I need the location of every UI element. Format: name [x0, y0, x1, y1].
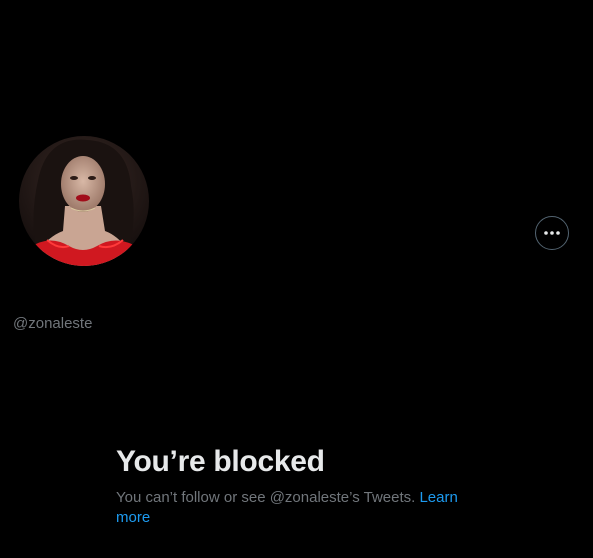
blocked-title: You’re blocked — [116, 445, 325, 478]
profile-handle: @zonaleste — [13, 315, 93, 332]
profile-page: @zonaleste You’re blocked You can’t foll… — [0, 0, 593, 558]
blocked-message-text: You can’t follow or see @zonaleste’s Twe… — [116, 489, 420, 506]
avatar[interactable] — [17, 134, 151, 268]
blocked-notice: You’re blocked You can’t follow or see @… — [116, 444, 476, 528]
ellipsis-icon — [544, 231, 560, 235]
blocked-message: You can’t follow or see @zonaleste’s Twe… — [116, 488, 476, 528]
avatar-image — [19, 136, 149, 266]
more-options-button[interactable] — [535, 216, 569, 250]
